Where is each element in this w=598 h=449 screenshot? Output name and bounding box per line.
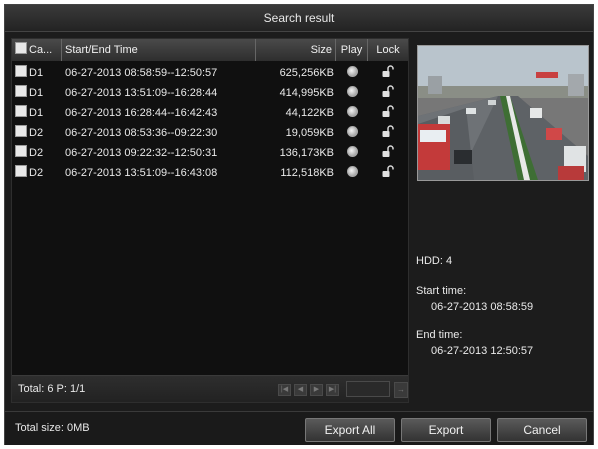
- row-lock-button[interactable]: [368, 123, 408, 143]
- unlock-icon[interactable]: [382, 105, 394, 118]
- row-channel[interactable]: D1: [15, 103, 61, 123]
- start-time-value: 06-27-2013 08:58:59: [431, 301, 534, 313]
- row-lock-button[interactable]: [368, 103, 408, 123]
- export-button[interactable]: Export: [401, 418, 491, 442]
- row-checkbox[interactable]: [15, 65, 27, 77]
- play-icon[interactable]: [346, 126, 358, 137]
- row-play-button[interactable]: [336, 143, 368, 163]
- table-row[interactable]: D2 06-27-2013 08:53:36--09:22:30 19,059K…: [12, 123, 408, 143]
- preview-image: [418, 46, 588, 180]
- row-size: 414,995KB: [279, 87, 334, 99]
- row-time: 06-27-2013 13:51:09--16:43:08: [65, 167, 218, 179]
- unlock-icon[interactable]: [382, 125, 394, 138]
- unlock-icon[interactable]: [382, 85, 394, 98]
- row-time: 06-27-2013 08:53:36--09:22:30: [65, 127, 218, 139]
- page-number-input[interactable]: [346, 381, 390, 397]
- result-list-panel: Ca... Start/End Time Size Play Lock D1 0…: [11, 38, 409, 403]
- window-title: Search result: [5, 5, 593, 32]
- header-channel[interactable]: Ca...: [12, 39, 62, 61]
- unlock-icon[interactable]: [382, 65, 394, 78]
- bottom-bar: Total size: 0MB Export All Export Cancel: [5, 411, 593, 445]
- table-row[interactable]: D1 06-27-2013 16:28:44--16:42:43 44,122K…: [12, 103, 408, 123]
- row-lock-button[interactable]: [368, 143, 408, 163]
- cancel-button[interactable]: Cancel: [497, 418, 587, 442]
- row-checkbox[interactable]: [15, 125, 27, 137]
- row-size: 625,256KB: [279, 67, 334, 79]
- prev-page-button[interactable]: ◀: [294, 384, 307, 396]
- table-row[interactable]: D2 06-27-2013 09:22:32--12:50:31 136,173…: [12, 143, 408, 163]
- row-time: 06-27-2013 08:58:59--12:50:57: [65, 67, 218, 79]
- table-header: Ca... Start/End Time Size Play Lock: [12, 39, 408, 61]
- row-channel[interactable]: D2: [15, 143, 61, 163]
- unlock-icon[interactable]: [382, 145, 394, 158]
- start-time-label: Start time:: [416, 285, 467, 297]
- row-time: 06-27-2013 09:22:32--12:50:31: [65, 147, 218, 159]
- row-lock-button[interactable]: [368, 83, 408, 103]
- row-play-button[interactable]: [336, 123, 368, 143]
- end-time-label: End time:: [416, 329, 463, 341]
- row-size: 136,173KB: [279, 147, 334, 159]
- header-play: Play: [336, 39, 368, 61]
- row-time: 06-27-2013 13:51:09--16:28:44: [65, 87, 218, 99]
- table-row[interactable]: D2 06-27-2013 13:51:09--16:43:08 112,518…: [12, 163, 408, 183]
- video-preview: [417, 45, 589, 181]
- end-time-value: 06-27-2013 12:50:57: [431, 345, 534, 357]
- row-channel[interactable]: D1: [15, 63, 61, 83]
- play-icon[interactable]: [346, 146, 358, 157]
- export-all-button[interactable]: Export All: [305, 418, 395, 442]
- table-row[interactable]: D1 06-27-2013 08:58:59--12:50:57 625,256…: [12, 63, 408, 83]
- row-size: 112,518KB: [280, 167, 334, 179]
- search-result-window: Search result Ca... Start/End Time Size …: [4, 4, 594, 445]
- go-page-button[interactable]: →: [394, 382, 408, 398]
- unlock-icon[interactable]: [382, 165, 394, 178]
- total-count: Total: 6 P: 1/1: [18, 383, 86, 395]
- row-play-button[interactable]: [336, 63, 368, 83]
- row-time: 06-27-2013 16:28:44--16:42:43: [65, 107, 218, 119]
- header-lock: Lock: [376, 44, 400, 56]
- row-size: 19,059KB: [285, 127, 334, 139]
- row-play-button[interactable]: [336, 103, 368, 123]
- play-icon[interactable]: [346, 86, 358, 97]
- next-page-button[interactable]: ▶: [310, 384, 323, 396]
- row-channel[interactable]: D1: [15, 83, 61, 103]
- hdd-label: HDD: 4: [416, 255, 453, 267]
- play-icon[interactable]: [346, 66, 358, 77]
- header-time[interactable]: Start/End Time: [62, 39, 256, 61]
- row-play-button[interactable]: [336, 83, 368, 103]
- row-checkbox[interactable]: [15, 165, 27, 177]
- header-size[interactable]: Size: [256, 39, 336, 61]
- row-lock-button[interactable]: [368, 163, 408, 183]
- total-size: Total size: 0MB: [15, 422, 90, 434]
- first-page-button[interactable]: |◀: [278, 384, 291, 396]
- table-row[interactable]: D1 06-27-2013 13:51:09--16:28:44 414,995…: [12, 83, 408, 103]
- last-page-button[interactable]: ▶|: [326, 384, 339, 396]
- row-play-button[interactable]: [336, 163, 368, 183]
- row-lock-button[interactable]: [368, 63, 408, 83]
- row-checkbox[interactable]: [15, 145, 27, 157]
- row-checkbox[interactable]: [15, 85, 27, 97]
- row-channel[interactable]: D2: [15, 123, 61, 143]
- row-channel[interactable]: D2: [15, 163, 61, 183]
- row-checkbox[interactable]: [15, 105, 27, 117]
- select-all-checkbox[interactable]: [15, 42, 27, 54]
- row-size: 44,122KB: [285, 107, 334, 119]
- list-footer: Total: 6 P: 1/1 |◀ ◀ ▶ ▶| →: [12, 375, 408, 402]
- play-icon[interactable]: [346, 166, 358, 177]
- play-icon[interactable]: [346, 106, 358, 117]
